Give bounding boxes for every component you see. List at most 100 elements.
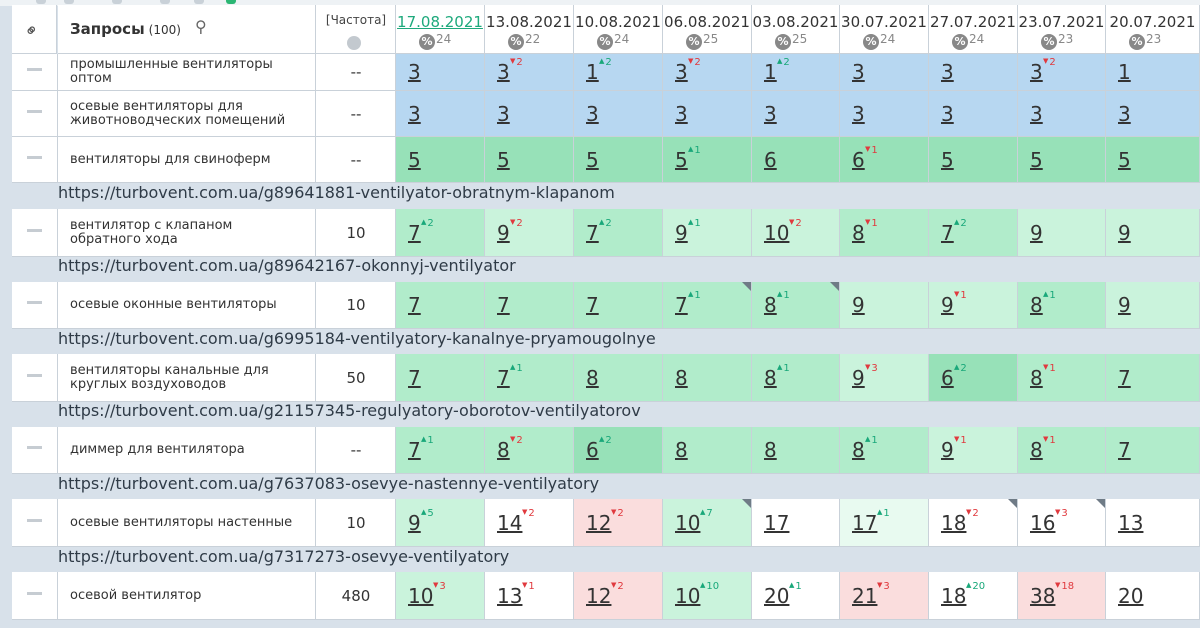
- position-value[interactable]: 1: [586, 60, 599, 84]
- position-value[interactable]: 8: [764, 293, 777, 317]
- position-cell[interactable]: 3: [840, 54, 929, 91]
- position-value[interactable]: 20: [1118, 584, 1143, 608]
- position-cell[interactable]: 8: [663, 354, 752, 402]
- position-value[interactable]: 3: [675, 60, 688, 84]
- position-value[interactable]: 3: [852, 60, 865, 84]
- position-cell[interactable]: 10 ▼3: [396, 572, 485, 620]
- position-value[interactable]: 9: [941, 438, 954, 462]
- position-cell[interactable]: 6 ▲2: [929, 354, 1018, 402]
- position-cell[interactable]: 5: [1106, 137, 1200, 183]
- position-value[interactable]: 7: [586, 221, 599, 245]
- date-column-header[interactable]: 20.07.2021% 23: [1106, 5, 1200, 54]
- position-cell[interactable]: 6: [752, 137, 840, 183]
- position-cell[interactable]: 8: [574, 354, 663, 402]
- position-cell[interactable]: 12 ▼2: [574, 499, 663, 547]
- position-value[interactable]: 8: [1030, 366, 1043, 390]
- position-cell[interactable]: 9: [840, 282, 929, 329]
- date-label[interactable]: 13.08.2021: [485, 13, 573, 31]
- position-value[interactable]: 8: [497, 438, 510, 462]
- position-cell[interactable]: 1 ▲2: [752, 54, 840, 91]
- date-label[interactable]: 23.07.2021: [1018, 13, 1105, 31]
- position-value[interactable]: 10: [408, 584, 433, 608]
- date-label[interactable]: 17.08.2021: [396, 13, 484, 31]
- position-value[interactable]: 5: [941, 148, 954, 172]
- position-cell[interactable]: 8 ▼1: [840, 209, 929, 257]
- remove-row-button[interactable]: [12, 137, 58, 183]
- date-column-header[interactable]: 23.07.2021% 23: [1018, 5, 1106, 54]
- position-value[interactable]: 9: [675, 221, 688, 245]
- position-value[interactable]: 8: [1030, 438, 1043, 462]
- landing-url[interactable]: https://turbovent.com.ua/g21157345-regul…: [58, 401, 641, 420]
- position-value[interactable]: 3: [941, 102, 954, 126]
- position-cell[interactable]: 3: [1106, 91, 1200, 137]
- position-cell[interactable]: 9: [1106, 209, 1200, 257]
- position-value[interactable]: 8: [1030, 293, 1043, 317]
- position-cell[interactable]: 21 ▼3: [840, 572, 929, 620]
- remove-row-button[interactable]: [12, 427, 58, 474]
- position-cell[interactable]: 13 ▼1: [485, 572, 574, 620]
- position-cell[interactable]: 1 ▲2: [574, 54, 663, 91]
- remove-row-button[interactable]: [12, 209, 58, 257]
- position-value[interactable]: 9: [408, 511, 421, 535]
- position-value[interactable]: 8: [764, 438, 777, 462]
- position-cell[interactable]: 6 ▲2: [574, 427, 663, 474]
- position-value[interactable]: 17: [764, 511, 789, 535]
- position-cell[interactable]: 8: [752, 427, 840, 474]
- date-label[interactable]: 10.08.2021: [574, 13, 662, 31]
- position-cell[interactable]: 16 ▼3: [1018, 499, 1106, 547]
- position-cell[interactable]: 10 ▲10: [663, 572, 752, 620]
- position-value[interactable]: 10: [675, 511, 700, 535]
- position-cell[interactable]: 8 ▼2: [485, 427, 574, 474]
- position-value[interactable]: 3: [497, 60, 510, 84]
- position-cell[interactable]: 9: [1106, 282, 1200, 329]
- position-cell[interactable]: 7 ▲1: [663, 282, 752, 329]
- position-value[interactable]: 7: [675, 293, 688, 317]
- position-cell[interactable]: 8: [663, 427, 752, 474]
- position-value[interactable]: 5: [586, 148, 599, 172]
- position-value[interactable]: 17: [852, 511, 877, 535]
- position-value[interactable]: 9: [941, 293, 954, 317]
- remove-row-button[interactable]: [12, 354, 58, 402]
- position-value[interactable]: 7: [408, 438, 421, 462]
- position-value[interactable]: 8: [852, 221, 865, 245]
- position-cell[interactable]: 7 ▲1: [396, 427, 485, 474]
- position-value[interactable]: 8: [675, 438, 688, 462]
- position-cell[interactable]: 10 ▲7: [663, 499, 752, 547]
- position-cell[interactable]: 9 ▼2: [485, 209, 574, 257]
- position-value[interactable]: 13: [1118, 511, 1143, 535]
- position-value[interactable]: 3: [1118, 102, 1131, 126]
- date-label[interactable]: 27.07.2021: [929, 13, 1017, 31]
- position-cell[interactable]: 5: [1018, 137, 1106, 183]
- position-cell[interactable]: 7 ▲2: [574, 209, 663, 257]
- position-cell[interactable]: 7 ▲2: [929, 209, 1018, 257]
- position-value[interactable]: 18: [941, 511, 966, 535]
- position-value[interactable]: 6: [764, 148, 777, 172]
- position-cell[interactable]: 8 ▲1: [752, 354, 840, 402]
- position-value[interactable]: 12: [586, 584, 611, 608]
- position-value[interactable]: 6: [941, 366, 954, 390]
- position-value[interactable]: 3: [852, 102, 865, 126]
- position-value[interactable]: 1: [1118, 60, 1131, 84]
- position-cell[interactable]: 9 ▲5: [396, 499, 485, 547]
- toolbar-icon[interactable]: [112, 0, 122, 4]
- landing-url[interactable]: https://turbovent.com.ua/g89641881-venti…: [58, 183, 615, 202]
- link-icon[interactable]: ⚭: [20, 19, 44, 43]
- position-value[interactable]: 5: [408, 148, 421, 172]
- position-cell[interactable]: 8 ▼1: [1018, 427, 1106, 474]
- position-value[interactable]: 7: [1118, 438, 1131, 462]
- position-cell[interactable]: 3: [396, 54, 485, 91]
- position-value[interactable]: 7: [408, 366, 421, 390]
- position-value[interactable]: 3: [408, 60, 421, 84]
- position-cell[interactable]: 3: [929, 54, 1018, 91]
- date-column-header[interactable]: 03.08.2021% 25: [752, 5, 840, 54]
- position-cell[interactable]: 3 ▼2: [485, 54, 574, 91]
- position-value[interactable]: 10: [675, 584, 700, 608]
- position-cell[interactable]: 20 ▲1: [752, 572, 840, 620]
- position-cell[interactable]: 3: [1018, 91, 1106, 137]
- position-cell[interactable]: 5: [485, 137, 574, 183]
- position-value[interactable]: 9: [852, 293, 865, 317]
- date-label[interactable]: 20.07.2021: [1106, 13, 1199, 31]
- position-cell[interactable]: 8 ▼1: [1018, 354, 1106, 402]
- position-cell[interactable]: 17: [752, 499, 840, 547]
- date-column-header[interactable]: 27.07.2021% 24: [929, 5, 1018, 54]
